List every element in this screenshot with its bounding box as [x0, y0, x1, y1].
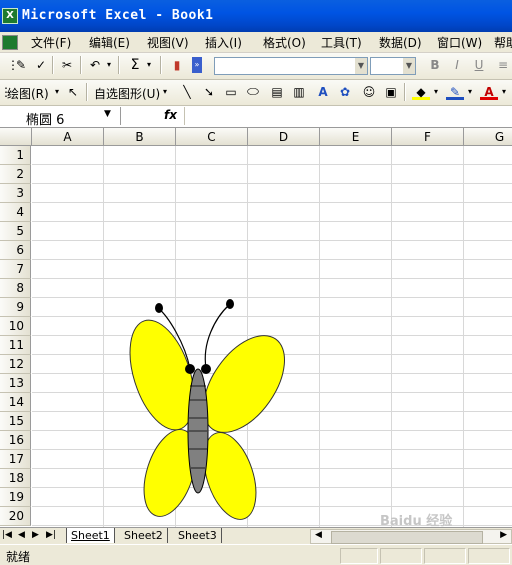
vertical-textbox-icon[interactable]: ▥ — [290, 84, 308, 100]
autoshapes-menu[interactable]: 自选图形(U) — [94, 85, 160, 102]
status-panel — [424, 548, 466, 564]
watermark: Baidu 经验 — [380, 514, 453, 529]
select-objects-icon[interactable]: ↖ — [64, 84, 82, 100]
menu-window[interactable]: 窗口(W) — [437, 34, 482, 51]
rectangle-icon[interactable]: ▭ — [222, 84, 240, 100]
menu-view[interactable]: 视图(V) — [147, 34, 189, 51]
font-color-icon[interactable]: A — [480, 84, 498, 100]
cut-icon[interactable]: ✂ — [58, 57, 76, 73]
menu-data[interactable]: 数据(D) — [379, 34, 422, 51]
line-icon[interactable]: ╲ — [178, 84, 196, 100]
prev-sheet-icon[interactable]: ◀ — [18, 530, 25, 540]
textbox-icon[interactable]: ▤ — [268, 84, 286, 100]
sheet-tab-sheet3[interactable]: Sheet3 — [174, 528, 222, 543]
window-title: Microsoft Excel - Book1 — [22, 8, 214, 23]
insert-function-icon[interactable]: fx — [164, 108, 177, 122]
chevron-down-icon[interactable]: ▾ — [466, 84, 474, 100]
menu-format[interactable]: 格式(O) — [263, 34, 306, 51]
line-color-icon[interactable]: ✎ — [446, 84, 464, 100]
drawing-toolbar: ⋮ 绘图(R) ▾ ↖ 自选图形(U) ▾ ╲ ➘ ▭ ⬭ ▤ ▥ A ✿ ☺ … — [0, 80, 512, 106]
undo-icon[interactable]: ↶ — [86, 57, 104, 73]
font-size-combo[interactable]: ▼ — [370, 57, 416, 75]
clipart-icon[interactable]: ☺ — [360, 84, 378, 100]
name-box[interactable]: 椭圆 6 ▼ — [0, 107, 121, 128]
status-bar: 就绪 — [0, 544, 512, 565]
left-eye[interactable] — [185, 364, 195, 374]
right-antenna-tip[interactable] — [226, 299, 234, 309]
bold-icon[interactable]: B — [426, 57, 444, 73]
toolbar-options-icon[interactable]: » — [192, 57, 202, 73]
scroll-thumb[interactable] — [331, 531, 483, 544]
undo-dropdown-icon[interactable]: ▾ — [104, 57, 114, 73]
font-name-combo[interactable]: ▼ — [214, 57, 368, 75]
menu-help[interactable]: 帮助 — [494, 34, 512, 51]
spellcheck-icon[interactable]: ✓ — [32, 57, 50, 73]
left-antenna-tip[interactable] — [155, 303, 163, 313]
status-panel — [468, 548, 510, 564]
standard-toolbar: ⋮ ✎ ✓ ✂ ↶ ▾ Σ ▾ ▮ » ▼ ▼ B I U ≡ — [0, 53, 512, 80]
draw-menu[interactable]: 绘图(R) — [7, 85, 49, 102]
sheet-tab-sheet1[interactable]: Sheet1 — [66, 528, 115, 543]
status-panel — [340, 548, 378, 564]
grip-icon: ⋮ — [0, 85, 12, 99]
status-text: 就绪 — [6, 550, 31, 564]
first-sheet-icon[interactable]: |◀ — [2, 530, 12, 540]
worksheet-grid[interactable]: A B C D E F G 1 2 3 4 5 6 7 8 9 10 11 12… — [0, 128, 512, 527]
chevron-down-icon[interactable]: ▼ — [355, 58, 367, 74]
next-sheet-icon[interactable]: ▶ — [32, 530, 39, 540]
chevron-down-icon[interactable]: ▼ — [403, 58, 415, 74]
fill-color-icon[interactable]: ◆ — [412, 84, 430, 100]
menu-file[interactable]: 文件(F) — [31, 34, 71, 51]
wordart-icon[interactable]: A — [314, 84, 332, 100]
scroll-right-icon[interactable]: ▶ — [500, 530, 507, 540]
oval-icon[interactable]: ⬭ — [244, 84, 262, 100]
excel-icon: X — [2, 8, 18, 24]
formula-bar: 椭圆 6 ▼ fx — [0, 106, 512, 128]
autosum-icon[interactable]: Σ — [126, 57, 144, 73]
print-preview-icon[interactable]: ✎ — [12, 57, 30, 73]
chevron-down-icon[interactable]: ▼ — [104, 109, 111, 119]
horizontal-scrollbar[interactable]: ◀ ▶ — [310, 529, 512, 544]
underline-icon[interactable]: U — [470, 57, 488, 73]
scroll-left-icon[interactable]: ◀ — [315, 530, 322, 540]
status-panel — [380, 548, 422, 564]
menu-bar: 文件(F) 编辑(E) 视图(V) 插入(I) 格式(O) 工具(T) 数据(D… — [0, 32, 512, 53]
last-sheet-icon[interactable]: ▶| — [46, 530, 56, 540]
workbook-icon[interactable] — [2, 35, 18, 50]
arrow-icon[interactable]: ➘ — [200, 84, 218, 100]
chevron-down-icon[interactable]: ▾ — [500, 84, 508, 100]
picture-icon[interactable]: ▣ — [382, 84, 400, 100]
chevron-down-icon[interactable]: ▾ — [432, 84, 440, 100]
menu-edit[interactable]: 编辑(E) — [89, 34, 130, 51]
autosum-dropdown-icon[interactable]: ▾ — [144, 57, 154, 73]
chevron-down-icon[interactable]: ▾ — [160, 84, 170, 100]
chart-wizard-icon[interactable]: ▮ — [168, 57, 186, 73]
diagram-icon[interactable]: ✿ — [336, 84, 354, 100]
right-eye[interactable] — [201, 364, 211, 374]
sheet-tab-sheet2[interactable]: Sheet2 — [120, 528, 168, 543]
menu-tools[interactable]: 工具(T) — [321, 34, 362, 51]
italic-icon[interactable]: I — [448, 57, 466, 73]
chevron-down-icon[interactable]: ▾ — [52, 84, 62, 100]
formula-input[interactable] — [184, 107, 511, 125]
name-box-value: 椭圆 6 — [26, 113, 65, 128]
align-left-icon[interactable]: ≡ — [494, 57, 512, 73]
sheet-tab-bar: |◀ ◀ ▶ ▶| Sheet1 Sheet2 Sheet3 ◀ ▶ — [0, 527, 512, 545]
butterfly-drawing[interactable] — [0, 128, 512, 527]
menu-insert[interactable]: 插入(I) — [205, 34, 242, 51]
title-bar: X Microsoft Excel - Book1 — [0, 0, 512, 32]
